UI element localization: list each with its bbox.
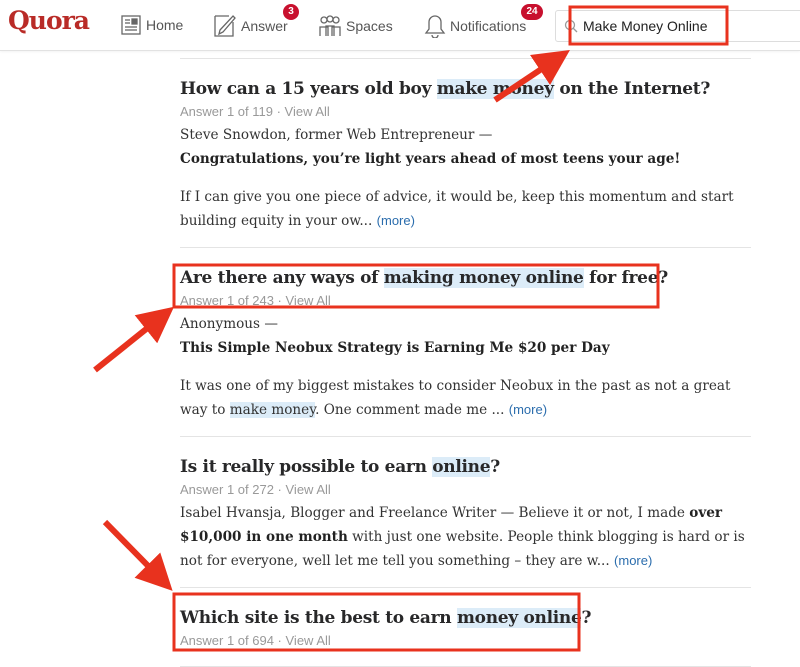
search-highlight: make money	[229, 402, 316, 418]
text-segment: Which site is the best to earn	[180, 608, 457, 628]
search-highlight: money online	[456, 608, 582, 628]
question-title-link[interactable]: Are there any ways of making money onlin…	[180, 266, 751, 290]
nav-label: Home	[146, 17, 184, 33]
search-results-feed: How can a 15 years old boy make money on…	[180, 58, 751, 667]
nav-label: Spaces	[346, 18, 393, 34]
search-input[interactable]: Make Money Online	[555, 10, 800, 42]
more-link[interactable]: (more)	[614, 553, 652, 568]
text-segment: for free?	[583, 268, 668, 288]
answer-count-link[interactable]: Answer 1 of 243 · View All	[180, 290, 751, 312]
question-result: Are there any ways of making money onlin…	[180, 248, 751, 437]
question-result: How can a 15 years old boy make money on…	[180, 59, 751, 248]
text-segment: How can a 15 years old boy	[180, 79, 437, 99]
nav-answer[interactable]: Answer	[213, 14, 288, 38]
answer-snippet: It was one of my biggest mistakes to con…	[180, 374, 751, 422]
nav-label: Answer	[241, 18, 288, 34]
text-segment: ?	[581, 608, 592, 628]
annotation-arrow	[93, 306, 175, 373]
text-segment: If I can give you one piece of advice, i…	[180, 189, 734, 229]
text-segment: ?	[490, 457, 500, 477]
search-icon	[564, 19, 578, 33]
top-navigation-bar: Quora Home Answer 3 Spaces Notifications…	[0, 0, 800, 51]
search-highlight: online	[432, 457, 491, 477]
answer-headline: This Simple Neobux Strategy is Earning M…	[180, 340, 610, 356]
answer-badge: 3	[283, 4, 299, 20]
more-link[interactable]: (more)	[509, 402, 547, 417]
text-segment: on the Internet?	[553, 79, 711, 99]
question-title-link[interactable]: Is it really possible to earn online?	[180, 455, 751, 479]
annotation-arrow	[102, 519, 173, 591]
notifications-badge: 24	[521, 4, 543, 20]
question-title-link[interactable]: How can a 15 years old boy make money on…	[180, 77, 751, 101]
answer-author: Steve Snowdon, former Web Entrepreneur —	[180, 127, 493, 143]
answer-snippet: If I can give you one piece of advice, i…	[180, 185, 751, 233]
text-segment: Are there any ways of	[180, 268, 384, 288]
nav-spaces[interactable]: Spaces	[318, 14, 393, 38]
question-result: Which site is the best to earn money onl…	[180, 588, 751, 667]
quora-logo[interactable]: Quora	[8, 6, 90, 35]
question-title-link[interactable]: Which site is the best to earn money onl…	[180, 606, 751, 630]
nav-notifications[interactable]: Notifications	[424, 14, 526, 38]
nav-home[interactable]: Home	[120, 14, 183, 36]
answer-count-link[interactable]: Answer 1 of 694 · View All	[180, 630, 751, 652]
answer-headline: Congratulations, you’re light years ahea…	[180, 151, 681, 167]
search-highlight: make money	[436, 79, 554, 99]
search-value: Make Money Online	[583, 18, 708, 34]
text-segment: Is it really possible to earn	[180, 457, 433, 477]
answer-count-link[interactable]: Answer 1 of 119 · View All	[180, 101, 751, 123]
nav-label: Notifications	[450, 18, 527, 34]
bell-icon	[424, 15, 446, 38]
more-link[interactable]: (more)	[377, 213, 415, 228]
pencil-icon	[214, 15, 236, 37]
answer-count-link[interactable]: Answer 1 of 272 · View All	[180, 479, 751, 501]
question-result: Is it really possible to earn online? Ans…	[180, 437, 751, 588]
people-icon	[319, 15, 341, 36]
text-segment: . One comment made me ...	[315, 402, 509, 418]
answer-snippet: Isabel Hvansja, Blogger and Freelance Wr…	[180, 501, 751, 573]
search-highlight: making money online	[383, 268, 584, 288]
text-segment: Isabel Hvansja, Blogger and Freelance Wr…	[180, 505, 690, 521]
news-feed-icon	[121, 15, 141, 35]
answer-author: Anonymous —	[180, 316, 278, 332]
